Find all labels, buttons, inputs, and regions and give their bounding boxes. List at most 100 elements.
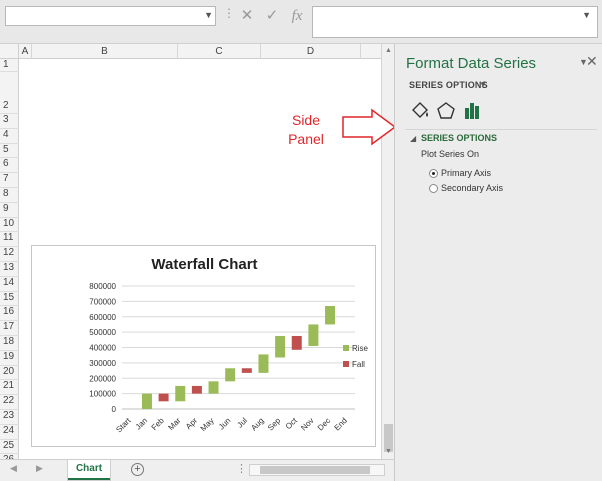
series-options-section-title[interactable]: SERIES OPTIONS bbox=[421, 133, 497, 143]
horizontal-scrollbar[interactable] bbox=[249, 464, 385, 476]
row-header-13[interactable]: 13 bbox=[0, 261, 19, 276]
row-header-7[interactable]: 7 bbox=[0, 172, 19, 187]
column-header-a[interactable]: A bbox=[19, 44, 32, 59]
annotation-line-2: Panel bbox=[288, 131, 324, 147]
series-options-dropdown[interactable]: SERIES OPTIONS bbox=[409, 80, 488, 90]
chart-title[interactable]: Waterfall Chart bbox=[32, 256, 377, 273]
bar-fall-oct bbox=[291, 335, 302, 350]
waterfall-chart[interactable]: 0 100000 200000 300000 400000 500000 600000 700… bbox=[31, 245, 376, 447]
x-tick-label: Start bbox=[114, 416, 133, 435]
secondary-axis-radio[interactable] bbox=[429, 184, 438, 193]
row-header-21[interactable]: 21 bbox=[0, 379, 19, 394]
row-header-23[interactable]: 23 bbox=[0, 409, 19, 424]
scroll-down-icon[interactable]: ▼ bbox=[385, 448, 392, 455]
row-header-3[interactable]: 3 bbox=[0, 113, 19, 128]
name-box[interactable]: ▼ bbox=[5, 6, 216, 26]
row-header-14[interactable]: 14 bbox=[0, 276, 19, 291]
bar-rise-nov bbox=[308, 324, 319, 346]
y-tick-label: 300000 bbox=[89, 359, 116, 368]
sheet-tab-bar: ◀ ▶ Chart + ⋮ bbox=[0, 459, 394, 481]
panel-title: Format Data Series bbox=[406, 55, 537, 72]
row-header-22[interactable]: 22 bbox=[0, 394, 19, 409]
x-tick-label: Oct bbox=[284, 416, 300, 432]
formula-expand-icon[interactable]: ▼ bbox=[582, 10, 591, 20]
x-tick-label: May bbox=[199, 416, 216, 433]
row-header-19[interactable]: 19 bbox=[0, 350, 19, 365]
format-data-series-panel: Format Data Series ▼ ✕ SERIES OPTIONS ▼ … bbox=[394, 44, 602, 481]
tab-splitter-icon[interactable]: ⋮ bbox=[236, 462, 247, 475]
section-divider bbox=[405, 129, 597, 130]
x-tick-label: Feb bbox=[150, 416, 167, 433]
x-tick-label: Jun bbox=[217, 416, 232, 431]
close-icon[interactable]: ✕ bbox=[586, 53, 598, 70]
x-tick-label: Aug bbox=[249, 416, 265, 432]
row-header-10[interactable]: 10 bbox=[0, 217, 19, 232]
fill-line-icon[interactable] bbox=[409, 100, 431, 122]
column-header-c[interactable]: C bbox=[178, 44, 261, 59]
x-tick-label: Sep bbox=[266, 416, 283, 433]
column-header-e[interactable] bbox=[361, 44, 381, 59]
chevron-down-icon[interactable]: ▼ bbox=[479, 80, 487, 89]
add-sheet-button[interactable]: + bbox=[131, 463, 144, 476]
row-header-divider bbox=[0, 71, 19, 72]
select-all-corner[interactable] bbox=[0, 44, 19, 59]
bar-rise-jun bbox=[225, 368, 236, 382]
row-header-4[interactable]: 4 bbox=[0, 128, 19, 143]
row-header-2[interactable]: 2 bbox=[0, 99, 19, 113]
secondary-axis-label[interactable]: Secondary Axis bbox=[441, 183, 503, 193]
row-header-5[interactable]: 5 bbox=[0, 143, 19, 158]
formula-bar-grip-icon[interactable]: ⋮ bbox=[223, 6, 235, 20]
legend-swatch-rise bbox=[343, 345, 349, 351]
row-header-16[interactable]: 16 bbox=[0, 305, 19, 320]
x-tick-label: Jul bbox=[235, 416, 249, 430]
row-header-9[interactable]: 9 bbox=[0, 202, 19, 217]
row-header-1[interactable]: 1 bbox=[0, 59, 19, 71]
scroll-up-icon[interactable]: ▲ bbox=[385, 47, 392, 54]
next-sheet-icon[interactable]: ▶ bbox=[36, 463, 43, 474]
x-tick-label: Apr bbox=[184, 416, 199, 431]
annotation-arrow-icon bbox=[342, 108, 397, 146]
y-tick-label: 100000 bbox=[89, 390, 116, 399]
horizontal-scroll-thumb[interactable] bbox=[260, 466, 370, 474]
y-tick-label: 600000 bbox=[89, 313, 116, 322]
formula-bar: ▼ ⋮ ✕ ✓ fx ▼ bbox=[0, 0, 602, 44]
chart-canvas: 0 100000 200000 300000 400000 500000 600000 700… bbox=[89, 282, 369, 435]
row-header-12[interactable]: 12 bbox=[0, 246, 19, 261]
row-header-25[interactable]: 25 bbox=[0, 439, 19, 454]
bar-rise-may bbox=[208, 381, 219, 394]
column-header-b[interactable]: B bbox=[32, 44, 178, 59]
enter-icon[interactable]: ✓ bbox=[262, 5, 282, 27]
y-tick-label: 200000 bbox=[89, 374, 116, 383]
effects-icon[interactable] bbox=[435, 100, 457, 122]
bar-rise-jan bbox=[141, 393, 152, 409]
x-tick-label: Mar bbox=[166, 416, 182, 432]
x-tick-label: Nov bbox=[299, 416, 315, 432]
row-header-15[interactable]: 15 bbox=[0, 291, 19, 306]
primary-axis-radio[interactable] bbox=[429, 169, 438, 178]
x-tick-label: Jan bbox=[134, 416, 149, 431]
sheet-tab-chart[interactable]: Chart bbox=[68, 460, 110, 480]
bar-rise-aug bbox=[258, 354, 269, 373]
row-header-8[interactable]: 8 bbox=[0, 187, 19, 202]
row-header-18[interactable]: 18 bbox=[0, 335, 19, 350]
cancel-icon[interactable]: ✕ bbox=[237, 5, 257, 27]
primary-axis-label[interactable]: Primary Axis bbox=[441, 168, 491, 178]
annotation-line-1: Side bbox=[291, 112, 321, 128]
bar-rise-mar bbox=[175, 385, 186, 402]
row-header-17[interactable]: 17 bbox=[0, 320, 19, 335]
bar-rise-dec bbox=[325, 305, 336, 325]
legend-label-rise: Rise bbox=[352, 344, 369, 353]
formula-input[interactable]: ▼ bbox=[312, 6, 598, 38]
row-header-11[interactable]: 11 bbox=[0, 231, 19, 246]
row-header-6[interactable]: 6 bbox=[0, 157, 19, 172]
insert-function-icon[interactable]: fx bbox=[287, 5, 307, 27]
column-header-d[interactable]: D bbox=[261, 44, 361, 59]
row-header-24[interactable]: 24 bbox=[0, 424, 19, 439]
name-box-dropdown-icon[interactable]: ▼ bbox=[204, 10, 213, 20]
prev-sheet-icon[interactable]: ◀ bbox=[10, 463, 17, 474]
y-tick-label: 500000 bbox=[89, 328, 116, 337]
collapse-triangle-icon[interactable]: ◢ bbox=[410, 134, 416, 143]
series-options-icon[interactable] bbox=[461, 100, 483, 122]
y-tick-label: 800000 bbox=[89, 282, 116, 291]
row-header-20[interactable]: 20 bbox=[0, 365, 19, 380]
